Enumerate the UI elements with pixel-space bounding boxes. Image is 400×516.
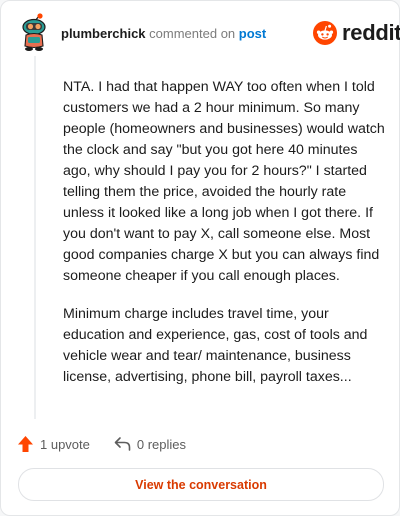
logo-wordmark: reddit <box>342 20 400 45</box>
snoo-avatar-icon <box>22 13 46 51</box>
reply-arrow-icon <box>114 437 131 451</box>
comment-header: plumberchick commented on post reddit <box>1 13 400 53</box>
view-conversation-button[interactable]: View the conversation <box>18 468 384 501</box>
comment-meta: plumberchick commented on post <box>61 26 266 42</box>
comment-body: NTA. I had that happen WAY too often whe… <box>63 77 389 405</box>
thread-line <box>34 56 36 419</box>
action-text: commented on <box>149 26 236 41</box>
comment-paragraph: Minimum charge includes travel time, you… <box>63 306 368 385</box>
avatar[interactable] <box>19 13 49 53</box>
replies-button[interactable]: 0 replies <box>114 436 186 452</box>
reddit-snoo-icon <box>313 21 337 45</box>
upvote-arrow-icon <box>18 436 33 452</box>
comment-paragraph: NTA. I had that happen WAY too often whe… <box>63 79 385 284</box>
upvote-button[interactable]: 1 upvote <box>17 435 90 453</box>
comment-actions: 1 upvote 0 replies <box>17 433 186 455</box>
comment-card: plumberchick commented on post reddit NT… <box>0 0 400 516</box>
reddit-logo[interactable]: reddit <box>313 19 400 47</box>
username[interactable]: plumberchick <box>61 26 146 41</box>
post-link[interactable]: post <box>239 26 266 41</box>
upvote-count: 1 upvote <box>40 436 90 452</box>
replies-count: 0 replies <box>136 436 187 452</box>
